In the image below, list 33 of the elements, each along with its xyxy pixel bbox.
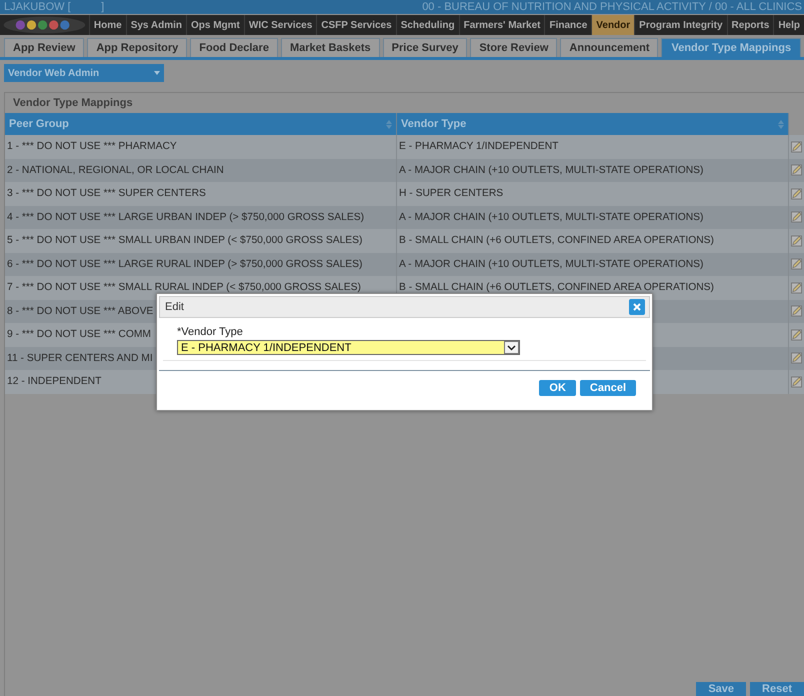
footer-button[interactable]: Save bbox=[696, 682, 746, 696]
tab[interactable]: Market Baskets bbox=[280, 38, 380, 57]
module-dropdown[interactable]: Vendor Web Admin bbox=[4, 64, 164, 82]
table-cell: B - SMALL CHAIN (+6 OUTLETS, CONFINED AREA OPERATIONS) bbox=[397, 229, 789, 252]
tab[interactable]: Vendor Type Mappings bbox=[661, 38, 802, 57]
vendor-type-select[interactable]: E - PHARMACY 1/INDEPENDENT bbox=[177, 340, 520, 355]
table-cell: 3 - *** DO NOT USE *** SUPER CENTERS bbox=[5, 182, 397, 206]
table-cell: A - MAJOR CHAIN (+10 OUTLETS, MULTI-STATE OPERATIONS) bbox=[397, 206, 789, 229]
table-cell: 1 - *** DO NOT USE *** PHARMACY bbox=[5, 135, 397, 158]
nav-item[interactable]: Vendor bbox=[591, 15, 634, 35]
tab[interactable]: Food Declare bbox=[190, 38, 278, 57]
table-cell: A - MAJOR CHAIN (+10 OUTLETS, MULTI-STATE OPERATIONS) bbox=[397, 158, 789, 182]
dialog-button[interactable]: OK bbox=[539, 380, 576, 396]
column-header[interactable]: Peer Group bbox=[5, 113, 397, 135]
user-name: LJAKUBOW [ ] bbox=[4, 1, 104, 13]
dialog-title: Edit bbox=[165, 301, 184, 313]
tab[interactable]: App Repository bbox=[87, 38, 188, 57]
organization-text: 00 - BUREAU OF NUTRITION AND PHYSICAL ACTIVITY / 00 - ALL CLINICS bbox=[422, 1, 802, 13]
table-cell: 6 - *** DO NOT USE *** LARGE RURAL INDEP (> $750,000 GROSS SALES) bbox=[5, 252, 397, 276]
table-cell: H - SUPER CENTERS bbox=[397, 182, 789, 206]
column-header[interactable]: Vendor Type bbox=[397, 113, 789, 135]
table-cell: 2 - NATIONAL, REGIONAL, OR LOCAL CHAIN bbox=[5, 158, 397, 182]
footer-button[interactable]: Reset bbox=[750, 682, 804, 696]
table-cell: 4 - *** DO NOT USE *** LARGE URBAN INDEP (> $750,000 GROSS SALES) bbox=[5, 206, 397, 229]
table-cell: E - PHARMACY 1/INDEPENDENT bbox=[397, 135, 789, 158]
dialog-button[interactable]: Cancel bbox=[580, 380, 636, 396]
tab[interactable]: App Review bbox=[4, 38, 84, 57]
tab[interactable]: Price Survey bbox=[382, 38, 468, 57]
tab[interactable]: Store Review bbox=[470, 38, 558, 57]
field-label: *Vendor Type bbox=[177, 326, 244, 338]
table-cell: 5 - *** DO NOT USE *** SMALL URBAN INDEP (< $750,000 GROSS SALES) bbox=[5, 229, 397, 252]
table-cell: A - MAJOR CHAIN (+10 OUTLETS, MULTI-STATE OPERATIONS) bbox=[397, 252, 789, 276]
tab[interactable]: Announcement bbox=[560, 38, 658, 57]
